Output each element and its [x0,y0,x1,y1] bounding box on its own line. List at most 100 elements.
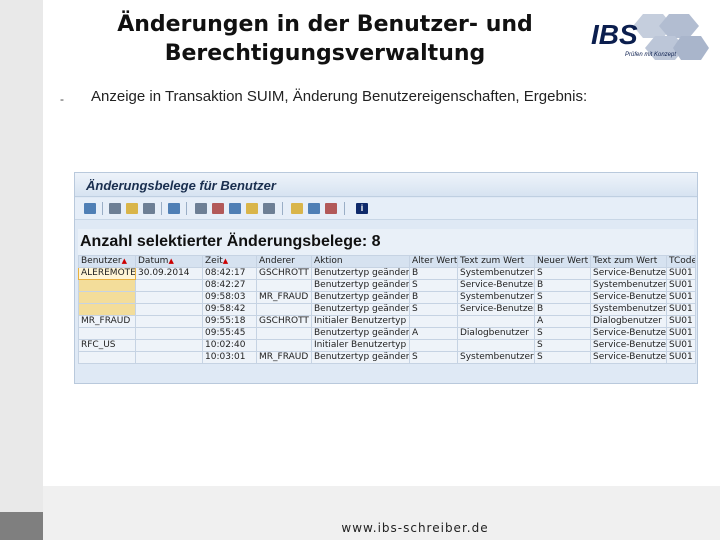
cell-tcode[interactable]: SU01 [666,351,696,364]
cell-benutzer[interactable]: MR_FRAUD [78,315,136,328]
table-row[interactable]: 10:03:01 MR_FRAUD Benutzertyp geändert S Sys… [78,351,696,364]
cell-aenderer[interactable] [256,303,312,316]
cell-alter-wert[interactable]: B [409,267,458,280]
cell-datum[interactable] [135,327,203,340]
cell-zeit[interactable]: 09:58:42 [202,303,257,316]
table-row[interactable]: 09:58:42 Benutzertyp geändert S Service-Ben… [78,303,696,316]
cell-aktion[interactable]: Initialer Benutzertyp [311,339,410,352]
table-row[interactable]: 09:55:45 Benutzertyp geändert A Dialogbenut… [78,327,696,340]
filter-icon[interactable] [143,203,155,214]
column-header-text-alt[interactable]: Text zum Wert [457,255,535,268]
cell-text-neu[interactable]: Dialogbenutzer [590,315,667,328]
cell-text-alt[interactable] [457,315,535,328]
cell-text-alt[interactable]: Service-Benutzer [457,303,535,316]
cell-aktion[interactable]: Benutzertyp geändert [311,279,410,292]
cell-tcode[interactable]: SU01 [666,303,696,316]
cell-aenderer[interactable]: GSCHROTT [256,315,312,328]
cell-text-alt[interactable]: Systembenutzer [457,267,535,280]
print-icon[interactable] [109,203,121,214]
cell-text-neu[interactable]: Service-Benutzer [590,351,667,364]
cell-zeit[interactable]: 09:58:03 [202,291,257,304]
table-row[interactable]: RFC_US 10:02:40 Initialer Benutzertyp S Serv… [78,339,696,352]
cell-text-alt[interactable] [457,339,535,352]
cell-neuer-wert[interactable]: S [534,327,591,340]
cell-aenderer[interactable]: GSCHROTT [256,267,312,280]
cell-tcode[interactable]: SU01 [666,327,696,340]
cell-tcode[interactable]: SU01 [666,279,696,292]
cell-aktion[interactable]: Initialer Benutzertyp [311,315,410,328]
cell-tcode[interactable]: SU01 [666,339,696,352]
column-header-text-neu[interactable]: Text zum Wert [590,255,667,268]
cell-zeit[interactable]: 09:55:18 [202,315,257,328]
cell-text-alt[interactable]: Systembenutzer [457,291,535,304]
cell-benutzer[interactable] [78,291,136,304]
cell-zeit[interactable]: 10:02:40 [202,339,257,352]
cell-alter-wert[interactable] [409,339,458,352]
cell-aktion[interactable]: Benutzertyp geändert [311,351,410,364]
chart-icon[interactable] [291,203,303,214]
cell-zeit[interactable]: 09:55:45 [202,327,257,340]
cell-benutzer[interactable]: ALEREMOTE [78,267,136,280]
cell-datum[interactable] [135,339,203,352]
cell-aktion[interactable]: Benutzertyp geändert [311,267,410,280]
cell-neuer-wert[interactable]: B [534,279,591,292]
cell-datum[interactable] [135,351,203,364]
cell-benutzer[interactable] [78,351,136,364]
cell-alter-wert[interactable]: S [409,303,458,316]
cell-benutzer[interactable]: RFC_US [78,339,136,352]
table-row[interactable]: ALEREMOTE 30.09.2014 08:42:17 GSCHROTT Benut… [78,267,696,280]
cell-tcode[interactable]: SU01 [666,291,696,304]
cell-benutzer[interactable] [78,327,136,340]
cell-text-neu[interactable]: Service-Benutzer [590,339,667,352]
cell-aenderer[interactable]: MR_FRAUD [256,351,312,364]
table-row[interactable]: MR_FRAUD 09:55:18 GSCHROTT Initialer Benutz… [78,315,696,328]
cell-text-neu[interactable]: Service-Benutzer [590,291,667,304]
sum-icon[interactable] [246,203,258,214]
cell-neuer-wert[interactable]: S [534,339,591,352]
cell-neuer-wert[interactable]: A [534,315,591,328]
column-header-aenderer[interactable]: Änderer [256,255,312,268]
cell-zeit[interactable]: 08:42:17 [202,267,257,280]
table-row[interactable]: 09:58:03 MR_FRAUD Benutzertyp geändert B Sys… [78,291,696,304]
column-header-alter-wert[interactable]: Alter Wert [409,255,458,268]
cell-neuer-wert[interactable]: B [534,303,591,316]
cell-neuer-wert[interactable]: S [534,267,591,280]
cell-text-alt[interactable]: Systembenutzer [457,351,535,364]
cell-alter-wert[interactable]: A [409,327,458,340]
cell-alter-wert[interactable]: S [409,279,458,292]
cell-aenderer[interactable] [256,327,312,340]
cell-text-alt[interactable]: Dialogbenutzer [457,327,535,340]
cell-datum[interactable] [135,303,203,316]
select-layout-icon[interactable] [263,203,275,214]
cell-neuer-wert[interactable]: S [534,291,591,304]
export-icon[interactable] [195,203,207,214]
cell-text-neu[interactable]: Service-Benutzer [590,267,667,280]
cell-aenderer[interactable]: MR_FRAUD [256,291,312,304]
find-icon[interactable] [168,203,180,214]
cell-zeit[interactable]: 08:42:27 [202,279,257,292]
cell-datum[interactable] [135,291,203,304]
cell-aktion[interactable]: Benutzertyp geändert [311,303,410,316]
column-header-benutzer[interactable]: Benutzer▲ [78,255,136,268]
cell-datum[interactable] [135,315,203,328]
cell-alter-wert[interactable]: S [409,351,458,364]
cell-datum[interactable]: 30.09.2014 [135,267,203,280]
cell-alter-wert[interactable]: B [409,291,458,304]
info-icon[interactable]: i [356,203,368,214]
cell-text-neu[interactable]: Service-Benutzer [590,327,667,340]
cell-alter-wert[interactable] [409,315,458,328]
cell-text-neu[interactable]: Systembenutzer [590,303,667,316]
cell-tcode[interactable]: SU01 [666,267,696,280]
cell-text-neu[interactable]: Systembenutzer [590,279,667,292]
cell-benutzer[interactable] [78,279,136,292]
column-header-neuer-wert[interactable]: Neuer Wert [534,255,591,268]
cell-neuer-wert[interactable]: S [534,351,591,364]
column-header-tcode[interactable]: TCode [666,255,696,268]
cell-datum[interactable] [135,279,203,292]
cell-text-alt[interactable]: Service-Benutzer [457,279,535,292]
cell-aktion[interactable]: Benutzertyp geändert [311,327,410,340]
mail-icon[interactable] [308,203,320,214]
refresh-icon[interactable] [84,203,96,214]
cell-benutzer[interactable] [78,303,136,316]
cell-zeit[interactable]: 10:03:01 [202,351,257,364]
